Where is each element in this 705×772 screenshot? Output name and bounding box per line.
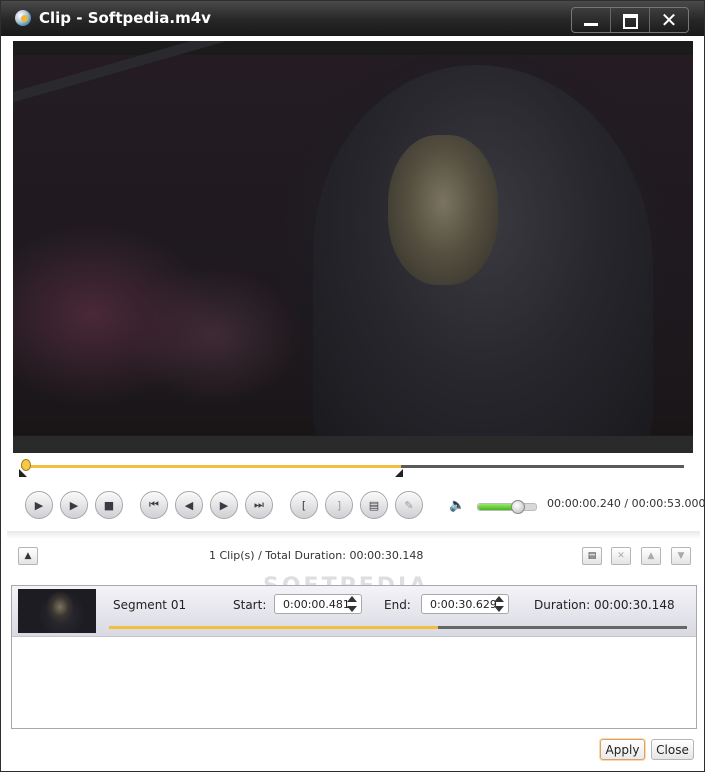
start-time-input[interactable]: 0:00:00.481	[274, 594, 362, 614]
move-up-button[interactable]: ▲	[641, 547, 661, 565]
seek-bar[interactable]	[19, 459, 686, 479]
minimize-icon	[584, 23, 598, 26]
segment-name: Segment 01	[113, 598, 187, 612]
set-start-button[interactable]: [	[290, 491, 318, 519]
playback-controls: 🔈 00:00:00.240 / 00:00:53.000 ▶ ▶ ■ ⏮ ◀ ▶ ⏭ [] ▤…	[1, 487, 705, 523]
bracket-close-icon: ]	[336, 498, 342, 512]
end-label: End:	[384, 598, 411, 612]
maximize-button[interactable]	[610, 8, 649, 32]
spin-up-icon[interactable]	[494, 596, 504, 602]
spin-down-icon[interactable]	[494, 606, 504, 612]
divider	[7, 531, 700, 539]
add-clip-button[interactable]: ▤	[360, 491, 388, 519]
set-end-button[interactable]: ]	[325, 491, 353, 519]
seek-fill	[21, 465, 401, 468]
segment-progress-fill	[109, 626, 438, 629]
window-title: Clip - Softpedia.m4v	[39, 9, 211, 27]
triangle-up-icon: ▲	[647, 551, 655, 561]
segment-end-marker[interactable]	[395, 469, 403, 477]
time-display: 00:00:00.240 / 00:00:53.000	[547, 497, 705, 510]
start-label: Start:	[233, 598, 267, 612]
start-time-value: 0:00:00.481	[283, 598, 350, 611]
play-segment-button[interactable]: ▶	[60, 491, 88, 519]
video-letterbox	[13, 436, 693, 453]
maximize-icon	[623, 14, 638, 29]
start-time-spinner[interactable]	[345, 596, 359, 613]
edit-button[interactable]: ✎	[395, 491, 423, 519]
close-button[interactable]: ✕	[649, 8, 688, 32]
step-back-button[interactable]: ◀	[175, 491, 203, 519]
clip-window: Clip - Softpedia.m4v ✕ 🔈 00:00:00.240 / …	[0, 0, 705, 772]
move-down-button[interactable]: ▼	[671, 547, 691, 565]
volume-knob[interactable]	[511, 500, 525, 514]
collapse-button[interactable]: ▲	[18, 547, 38, 565]
segment-list: Segment 01 Start: 0:00:00.481 End: 0:00:…	[11, 585, 697, 729]
segment-duration: Duration: 00:00:30.148	[534, 598, 675, 612]
video-scene-staff	[13, 41, 226, 105]
speaker-icon[interactable]: 🔈	[449, 499, 465, 513]
apply-button[interactable]: Apply	[600, 739, 645, 760]
end-time-spinner[interactable]	[492, 596, 506, 613]
clip-summary: 1 Clip(s) / Total Duration: 00:00:30.148	[209, 549, 424, 562]
delete-clip-button[interactable]: ✕	[611, 547, 631, 565]
list-item[interactable]: Segment 01 Start: 0:00:00.481 End: 0:00:…	[12, 586, 696, 637]
skip-to-end-button[interactable]: ⏭	[245, 491, 273, 519]
segment-start-marker[interactable]	[19, 469, 27, 477]
video-preview	[13, 41, 693, 453]
step-forward-icon: ▶	[219, 498, 229, 512]
volume-slider[interactable]	[477, 500, 537, 514]
stop-icon: ■	[103, 498, 115, 512]
add-document-icon: ▤	[368, 498, 380, 512]
new-clip-button[interactable]: ▤	[582, 547, 602, 565]
close-icon: ✕	[660, 8, 678, 32]
end-time-value: 0:00:30.629	[430, 598, 497, 611]
triangle-up-icon: ▲	[24, 551, 32, 561]
segment-progress-track	[109, 626, 687, 629]
stop-button[interactable]: ■	[95, 491, 123, 519]
window-buttons: ✕	[571, 7, 689, 33]
step-forward-button[interactable]: ▶	[210, 491, 238, 519]
play-button[interactable]: ▶	[25, 491, 53, 519]
minimize-button[interactable]	[572, 8, 610, 32]
bracket-open-icon: [	[301, 498, 307, 512]
new-document-icon: ▤	[587, 551, 597, 561]
app-icon	[15, 10, 31, 26]
video-scene-face	[388, 135, 498, 285]
segment-thumbnail	[18, 589, 96, 633]
close-dialog-button[interactable]: Close	[651, 739, 694, 760]
spin-up-icon[interactable]	[347, 596, 357, 602]
play-icon: ▶	[34, 498, 44, 512]
skip-to-start-button[interactable]: ⏮	[140, 491, 168, 519]
play-segment-icon: ▶	[69, 498, 79, 512]
triangle-down-icon: ▼	[677, 551, 685, 561]
clip-info-bar: ▲ 1 Clip(s) / Total Duration: 00:00:30.1…	[7, 539, 700, 573]
video-frame	[13, 41, 693, 453]
spin-down-icon[interactable]	[347, 606, 357, 612]
step-back-icon: ◀	[184, 498, 194, 512]
skip-start-icon: ⏮	[149, 498, 159, 511]
pencil-icon: ✎	[404, 498, 414, 512]
x-icon: ✕	[617, 551, 625, 561]
skip-end-icon: ⏭	[254, 498, 264, 511]
title-bar[interactable]: Clip - Softpedia.m4v ✕	[1, 1, 704, 36]
end-time-input[interactable]: 0:00:30.629	[421, 594, 509, 614]
